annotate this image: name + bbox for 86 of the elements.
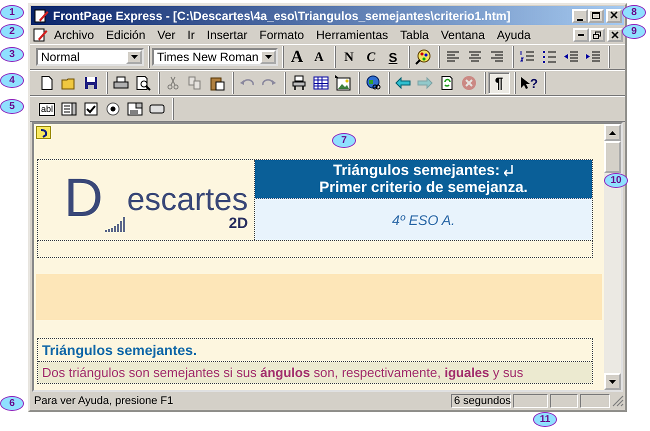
clipboard-icon (209, 75, 225, 91)
callout-marker: 11 (533, 412, 557, 427)
resize-grip-icon (612, 395, 624, 407)
menu-item[interactable]: Ver (151, 27, 182, 43)
status-panel (580, 394, 610, 408)
minimize-button[interactable] (572, 8, 588, 22)
menu-item[interactable]: Ventana (434, 27, 491, 43)
menu-item[interactable]: Insertar (200, 27, 254, 43)
callout-marker: 8 (622, 5, 646, 20)
scroll-thumb[interactable] (604, 141, 621, 173)
page-title: Primer criterio de semejanza. (319, 179, 528, 196)
menu-item[interactable]: Ir (181, 27, 201, 43)
two-pages-icon (187, 75, 203, 91)
paragraph-marks-button[interactable]: ¶ (488, 72, 510, 94)
maximize-icon (591, 11, 601, 20)
callout-marker: 9 (622, 24, 646, 39)
logo-initial: D (64, 170, 103, 226)
paragraph: Dos triángulos son semejantes si sus ángulos son, respectivamente, iguales y sus (38, 362, 592, 383)
callout-marker: 4 (0, 73, 24, 88)
close-icon (609, 11, 619, 20)
globe-icon (365, 75, 381, 91)
down-arrow-icon (609, 380, 616, 384)
status-panel (513, 394, 548, 408)
menu-item[interactable]: Archivo (48, 27, 100, 43)
minimize-button[interactable] (573, 28, 589, 42)
logo-text: escartes (127, 183, 248, 215)
pencil-page-icon (32, 27, 48, 43)
menu-item[interactable]: Herramientas (310, 27, 394, 43)
dropdown-box-icon (127, 101, 143, 117)
pencil-page-icon (33, 8, 49, 24)
italic-button[interactable]: C (360, 46, 382, 68)
load-time: 6 segundos (451, 394, 511, 408)
menu-item[interactable]: Ayuda (490, 27, 537, 43)
callout-marker: 1 (0, 5, 24, 20)
close-button[interactable] (606, 8, 622, 22)
subtitle: 4º ESO A. (392, 212, 455, 228)
page-title: Triángulos semejantes: (333, 162, 500, 179)
scrolling-textbox-icon (61, 101, 77, 117)
shrink-font-button[interactable]: A (308, 46, 330, 68)
minimize-icon (578, 34, 584, 36)
robot-icon (291, 75, 307, 91)
bold-button[interactable]: N (338, 46, 360, 68)
style-dropdown[interactable]: Normal (36, 48, 144, 66)
callout-marker: 3 (0, 47, 24, 62)
tick-box-icon (83, 101, 99, 117)
pointer-icon (520, 76, 530, 90)
textbox-field-button[interactable]: abl (36, 98, 58, 120)
maximize-button[interactable] (588, 8, 604, 22)
signal-bars-icon (105, 217, 125, 232)
up-arrow-icon (609, 130, 616, 134)
page-icon (39, 75, 55, 91)
status-message: Para ver Ayuda, presione F1 (33, 395, 174, 407)
bulleted-list-icon (541, 49, 557, 65)
page-magnifier-icon (135, 75, 151, 91)
callout-marker: 5 (0, 99, 24, 114)
page-arrows-icon (439, 75, 455, 91)
printer-icon (113, 75, 129, 91)
picture-icon (335, 75, 351, 91)
left-arrow-icon (395, 75, 411, 91)
palette-icon (415, 49, 431, 65)
caret-icon (264, 55, 272, 59)
window-title: FrontPage Express - [C:\Descartes\4a_eso\Triangulos_semejantes\criterio1.htm] (53, 8, 512, 22)
caret-icon (130, 55, 138, 59)
restore-icon (592, 30, 602, 40)
line-break-icon (504, 164, 514, 176)
close-icon (610, 30, 620, 40)
font-dropdown[interactable]: Times New Roman (152, 48, 278, 66)
right-arrow-icon (417, 75, 433, 91)
help-pointer-button[interactable]: ? (518, 72, 540, 94)
restore-button[interactable] (589, 28, 605, 42)
underline-button[interactable]: S (382, 46, 404, 68)
menu-item[interactable]: Edición (100, 27, 152, 43)
menu-item[interactable]: Formato (253, 27, 310, 43)
callout-marker: 2 (0, 24, 24, 39)
menu-item[interactable]: Tabla (394, 27, 435, 43)
vertical-scrollbar[interactable] (604, 124, 621, 390)
minimize-icon (577, 18, 583, 20)
scissors-icon (165, 75, 181, 91)
logo-tag: 2D (228, 215, 248, 232)
close-button[interactable] (607, 28, 623, 42)
callout-marker: 6 (0, 396, 24, 411)
round-option-icon (105, 101, 121, 117)
grow-font-button[interactable]: A (286, 46, 308, 68)
status-panel (550, 394, 578, 408)
table-icon (313, 75, 329, 91)
stop-circle-icon (461, 75, 477, 91)
